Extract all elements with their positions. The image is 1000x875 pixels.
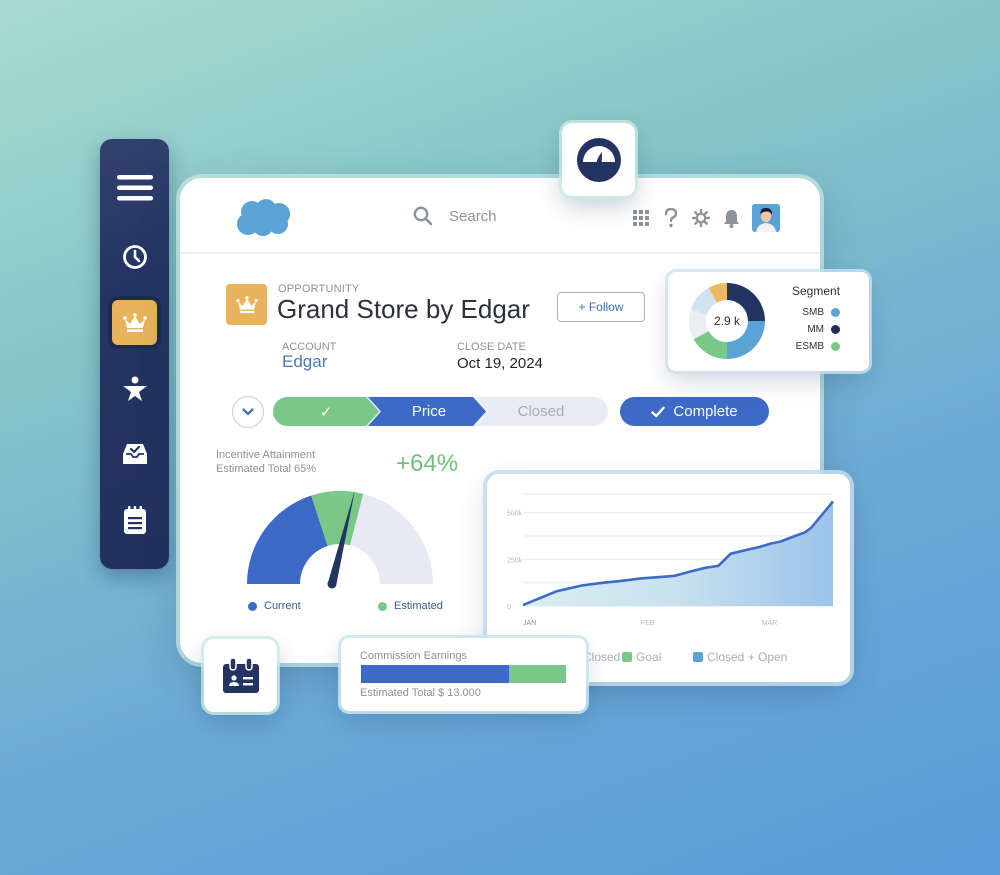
notes-button[interactable] — [112, 497, 157, 542]
close-date-value: Oct 19, 2024 — [457, 355, 543, 372]
help-button[interactable] — [662, 206, 680, 230]
chart-y-tick: 500k — [507, 511, 523, 518]
incentive-gauge — [247, 490, 433, 589]
chart-legend-label: Closed — [583, 650, 621, 664]
chart-y-tick: 0 — [507, 604, 511, 611]
pipeline-area-chart: 0 250k 500k JAN FEB MAR — [507, 493, 835, 627]
accessibility-button[interactable] — [112, 366, 157, 411]
recent-button[interactable] — [112, 234, 157, 279]
chart-area-closed-open — [523, 501, 833, 606]
legend-estimated-label: Estimated — [394, 600, 443, 612]
chart-y-tick: 250k — [507, 557, 523, 564]
chevron-down-icon — [242, 408, 254, 416]
incentive-title-line2: Estimated Total 65% — [216, 463, 317, 475]
chart-x-tick: MAR — [762, 620, 778, 627]
app-launcher-button[interactable] — [632, 206, 650, 230]
nav-rail — [100, 139, 169, 569]
app-launcher-grid-icon — [633, 210, 649, 226]
segment-card: 2.9 k Segment SMB MM ESMB — [668, 272, 869, 371]
record-type-icon — [226, 284, 267, 325]
gauge-needle-base — [327, 579, 337, 589]
inbox-button[interactable] — [112, 431, 157, 476]
search-icon — [413, 206, 433, 226]
commission-progress-fill — [361, 665, 509, 683]
legend-current: Current — [248, 600, 301, 612]
events-shortcut[interactable] — [204, 639, 277, 712]
donut-total: 2.9 k — [713, 314, 740, 328]
mark-complete-button[interactable]: Complete — [620, 397, 769, 426]
cloud-logo[interactable] — [236, 198, 294, 238]
calendar-contact-icon — [222, 657, 259, 693]
incentive-title: Incentive Attainment Estimated Total 65% — [216, 448, 316, 476]
segment-legend-dot — [831, 308, 840, 317]
incentive-title-line1: Incentive Attainment — [216, 449, 316, 461]
segment-legend-label: SMB — [802, 307, 824, 318]
segment-title: Segment — [792, 284, 841, 298]
mark-complete-label: Complete — [673, 403, 738, 420]
crown-icon — [122, 312, 147, 332]
dashboard-shortcut[interactable] — [562, 123, 635, 196]
menu-button[interactable] — [112, 165, 157, 210]
legend-estimated: Estimated — [378, 600, 443, 612]
header-actions — [632, 204, 780, 232]
settings-button[interactable] — [692, 206, 710, 230]
global-search[interactable]: Search — [413, 206, 497, 226]
segment-legend-esmb: ESMB — [768, 341, 840, 352]
gauge-current-band — [247, 495, 328, 584]
commission-title: Commission Earnings — [360, 650, 467, 662]
notifications-button[interactable] — [722, 206, 740, 230]
crown-icon — [235, 295, 258, 313]
hamburger-menu-icon — [116, 174, 153, 200]
segment-legend-dot — [831, 325, 840, 334]
help-icon — [664, 208, 678, 228]
chart-legend-label: Goal — [636, 650, 662, 664]
chart-legend-closed-open: Closed + Open — [693, 650, 787, 664]
clock-icon — [122, 244, 147, 269]
chart-x-tick: JAN — [523, 620, 536, 627]
clipboard-list-icon — [123, 505, 146, 534]
chart-legend-swatch — [693, 652, 703, 662]
path-stage-upcoming[interactable]: Closed — [489, 397, 593, 426]
inbox-check-icon — [122, 443, 147, 464]
chart-legend-goal: Goal — [622, 650, 661, 664]
legend-current-dot — [248, 601, 257, 611]
legend-estimated-dot — [378, 601, 387, 611]
path-expand-toggle[interactable] — [232, 396, 264, 428]
search-placeholder: Search — [449, 207, 497, 225]
legend-current-label: Current — [264, 600, 301, 612]
chart-legend-label: Closed + Open — [707, 650, 788, 664]
segment-legend-mm: MM — [768, 324, 840, 335]
user-avatar[interactable] — [752, 204, 780, 232]
commission-total: Estimated Total $ 13.000 — [360, 687, 481, 699]
close-date-label: CLOSE DATE — [457, 341, 526, 353]
opportunities-button[interactable] — [112, 300, 157, 345]
follow-button[interactable]: + Follow — [557, 292, 645, 322]
sales-path: ✓ Price Closed — [273, 397, 608, 426]
segment-legend-label: MM — [807, 324, 824, 335]
record-title: Grand Store by Edgar — [277, 294, 530, 324]
chart-legend-swatch — [622, 652, 632, 662]
notifications-bell-icon — [723, 209, 739, 228]
chart-x-tick: FEB — [641, 620, 655, 627]
speedometer-icon — [576, 137, 621, 182]
top-bar: Search — [180, 178, 820, 254]
commission-card: Commission Earnings Estimated Total $ 13… — [341, 638, 586, 711]
path-stage-completed[interactable]: ✓ — [273, 397, 379, 426]
chart-legend-closed: Closed — [583, 650, 620, 664]
settings-gear-icon — [692, 209, 710, 227]
person-star-icon — [122, 376, 147, 401]
segment-legend-smb: SMB — [768, 307, 840, 318]
account-link[interactable]: Edgar — [282, 352, 327, 372]
check-icon — [651, 406, 666, 417]
path-stage-current[interactable]: Price — [381, 397, 477, 426]
segment-legend-dot — [831, 342, 840, 351]
avatar-person-icon — [752, 204, 780, 232]
segment-legend-label: ESMB — [795, 341, 824, 352]
commission-progress-bar — [361, 665, 566, 683]
incentive-delta: +64% — [396, 450, 459, 477]
